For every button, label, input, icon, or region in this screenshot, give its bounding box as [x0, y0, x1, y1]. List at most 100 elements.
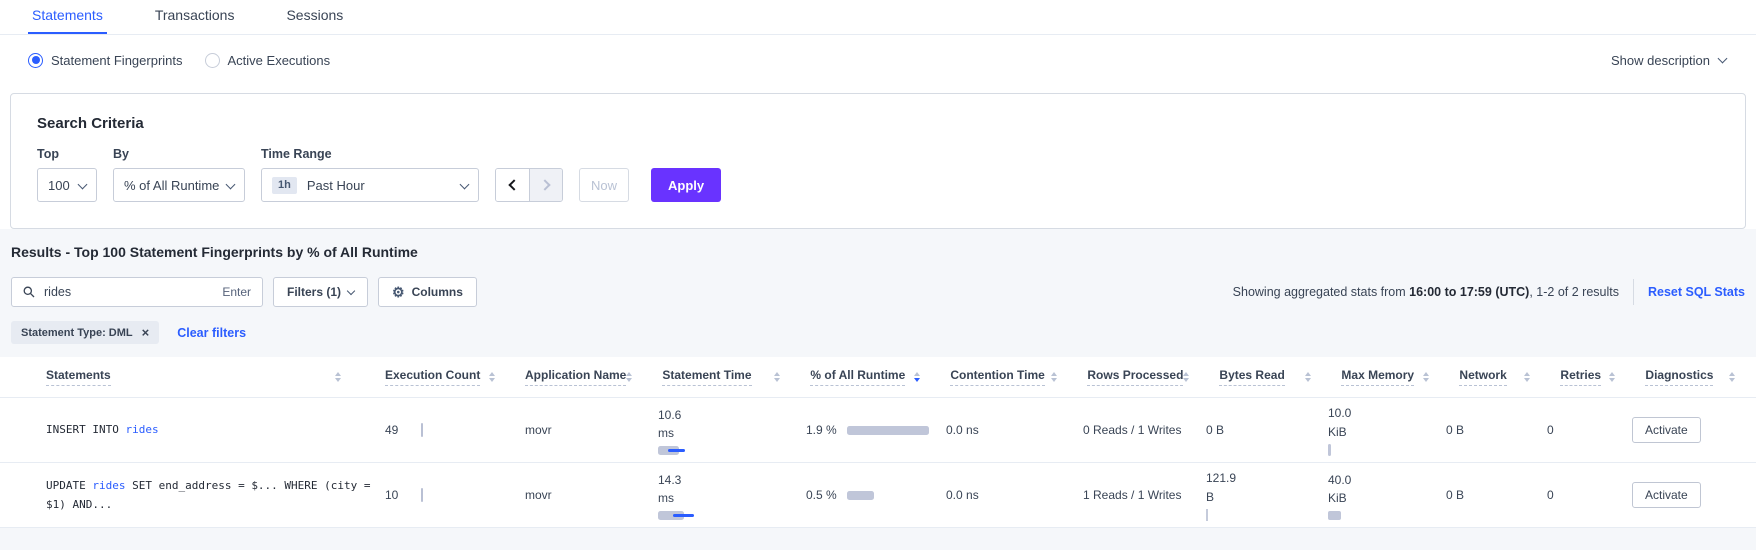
column-header-diagnostics: Diagnostics	[1645, 368, 1756, 386]
application-name-cell: movr	[525, 423, 658, 437]
execution-count-bar	[421, 488, 423, 502]
rows-processed-cell: 1 Reads / 1 Writes	[1083, 488, 1206, 502]
chevron-left-icon	[508, 179, 519, 190]
table-row: UPDATE rides SET end_address = $... WHER…	[0, 463, 1756, 528]
search-icon	[23, 286, 35, 298]
contention-time-cell: 0.0 ns	[946, 488, 1083, 502]
execution-count-cell: 49	[385, 423, 525, 437]
sort-icon[interactable]	[1423, 372, 1429, 383]
activate-diagnostics-button[interactable]: Activate	[1632, 482, 1701, 508]
sort-icon[interactable]	[626, 372, 632, 383]
sort-icon[interactable]	[1183, 372, 1189, 383]
runtime-pct-bar	[847, 491, 874, 500]
application-name-cell: movr	[525, 488, 658, 502]
runtime-pct-cell: 1.9 %	[806, 423, 946, 437]
statement-time-cell: 10.6 ms	[658, 406, 806, 455]
chevron-down-icon	[78, 179, 88, 189]
search-input-value: rides	[44, 285, 71, 299]
sort-icon[interactable]	[774, 372, 780, 383]
search-input[interactable]: rides Enter	[11, 277, 263, 307]
column-header-bytes-read: Bytes Read	[1219, 368, 1341, 386]
clear-filters-link[interactable]: Clear filters	[177, 326, 246, 340]
radio-active-executions[interactable]: Active Executions	[205, 53, 331, 68]
top-tab-bar: Statements Transactions Sessions	[0, 0, 1756, 35]
radio-statement-fingerprints[interactable]: Statement Fingerprints	[28, 53, 183, 68]
chevron-down-icon	[460, 179, 470, 189]
column-header-application-name: Application Name	[525, 368, 662, 386]
reset-sql-stats-link[interactable]: Reset SQL Stats	[1648, 285, 1745, 299]
sort-icon[interactable]	[335, 372, 341, 383]
by-select[interactable]: % of All Runtime	[113, 168, 245, 202]
search-enter-button[interactable]: Enter	[222, 285, 251, 299]
statement-cell: INSERT INTO rides	[0, 420, 385, 439]
time-next-button[interactable]	[529, 169, 562, 201]
sort-icon[interactable]	[1609, 372, 1615, 383]
filters-button[interactable]: Filters (1)	[273, 277, 368, 307]
time-range-select[interactable]: 1h Past Hour	[261, 168, 479, 202]
chevron-down-icon	[347, 286, 355, 294]
sort-icon[interactable]	[1524, 372, 1530, 383]
chevron-right-icon	[539, 179, 550, 190]
max-memory-cell: 40.0 KiB	[1328, 471, 1446, 520]
column-header-statements: Statements	[0, 368, 385, 386]
sql-activity-page: Statements Transactions Sessions Stateme…	[0, 0, 1756, 550]
stats-area: Showing aggregated stats from 16:00 to 1…	[1233, 279, 1745, 305]
time-range-badge: 1h	[272, 177, 297, 194]
filter-chip-statement-type[interactable]: Statement Type: DML ×	[11, 321, 159, 344]
gear-icon: ⚙	[392, 285, 405, 299]
statement-fingerprint-link[interactable]: UPDATE rides SET end_address = $... WHER…	[46, 476, 379, 515]
activate-diagnostics-button[interactable]: Activate	[1632, 417, 1701, 443]
retries-cell: 0	[1547, 423, 1632, 437]
statement-time-bar	[658, 511, 718, 520]
sort-icon-active-desc[interactable]	[914, 372, 920, 383]
filter-chip-label: Statement Type: DML	[21, 327, 133, 339]
execution-count-cell: 10	[385, 488, 525, 502]
time-range-value: Past Hour	[307, 178, 365, 193]
statement-time-bar	[658, 446, 718, 455]
top-select[interactable]: 100	[37, 168, 97, 202]
results-heading: Results - Top 100 Statement Fingerprints…	[11, 244, 1756, 260]
retries-cell: 0	[1547, 488, 1632, 502]
rows-processed-cell: 0 Reads / 1 Writes	[1083, 423, 1206, 437]
by-select-value: % of All Runtime	[124, 178, 219, 193]
sort-icon[interactable]	[1305, 372, 1311, 383]
diagnostics-cell: Activate	[1632, 482, 1752, 508]
diagnostics-cell: Activate	[1632, 417, 1752, 443]
max-memory-bar	[1328, 444, 1331, 456]
contention-time-cell: 0.0 ns	[946, 423, 1083, 437]
time-range-label: Time Range	[261, 147, 479, 161]
tab-sessions[interactable]: Sessions	[282, 0, 347, 34]
column-header-max-memory: Max Memory	[1341, 368, 1459, 386]
statement-fingerprint-link[interactable]: INSERT INTO rides	[46, 420, 379, 439]
bytes-read-cell: 0 B	[1206, 421, 1328, 440]
tab-statements[interactable]: Statements	[28, 0, 107, 34]
bytes-read-bar	[1206, 509, 1208, 521]
sort-icon[interactable]	[489, 372, 495, 383]
time-prev-button[interactable]	[496, 169, 529, 201]
show-description-toggle[interactable]: Show description	[1611, 53, 1726, 68]
radio-statement-fingerprints-label: Statement Fingerprints	[51, 53, 183, 68]
chevron-down-icon	[1718, 53, 1728, 63]
column-header-execution-count: Execution Count	[385, 368, 525, 386]
filters-button-label: Filters (1)	[287, 285, 341, 299]
sort-icon[interactable]	[1729, 372, 1735, 383]
search-criteria-panel: Search Criteria Top 100 By % of All Runt…	[10, 93, 1746, 229]
tab-transactions[interactable]: Transactions	[151, 0, 239, 34]
columns-button[interactable]: ⚙ Columns	[378, 277, 477, 307]
vertical-divider	[1633, 279, 1634, 305]
column-header-rows-processed: Rows Processed	[1087, 368, 1219, 386]
sort-icon[interactable]	[1051, 372, 1057, 383]
statement-time-cell: 14.3 ms	[658, 471, 806, 520]
max-memory-bar	[1328, 511, 1341, 520]
now-button[interactable]: Now	[579, 168, 629, 202]
radio-unselected-icon	[205, 53, 220, 68]
by-field: By % of All Runtime	[113, 147, 245, 202]
active-filters-row: Statement Type: DML × Clear filters	[11, 321, 1745, 344]
network-cell: 0 B	[1446, 488, 1547, 502]
apply-button[interactable]: Apply	[651, 168, 721, 202]
top-field: Top 100	[37, 147, 97, 202]
by-label: By	[113, 147, 245, 161]
column-header-pct-of-all-runtime: % of All Runtime	[810, 368, 950, 386]
close-icon[interactable]: ×	[142, 326, 150, 339]
column-header-retries: Retries	[1560, 368, 1645, 386]
